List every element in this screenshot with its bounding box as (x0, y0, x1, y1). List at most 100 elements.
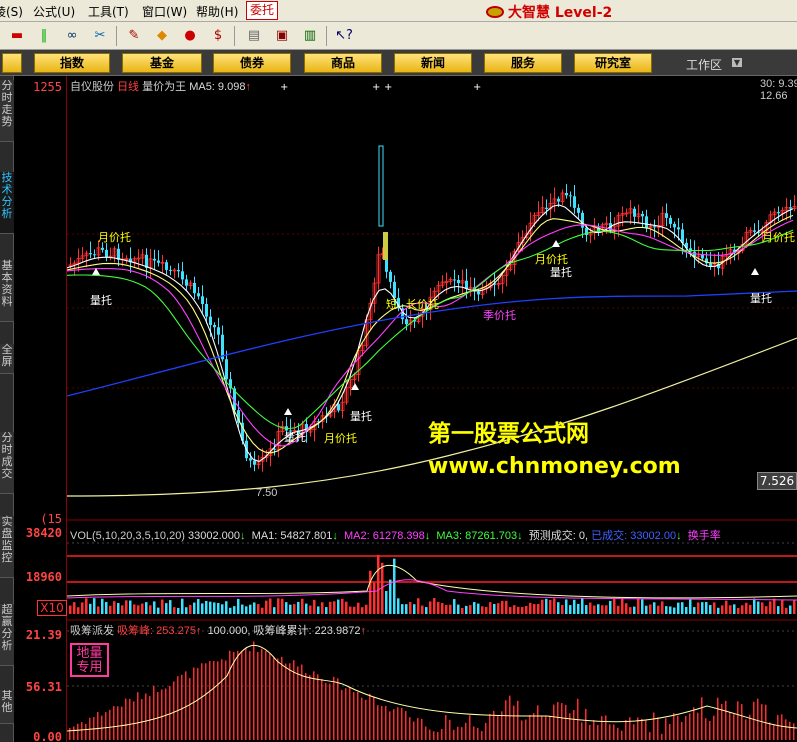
workarea-label[interactable]: 工作区 (686, 56, 722, 73)
sidebar-tab-intraday[interactable]: 分时走势 (0, 80, 14, 142)
chart-bars-icon[interactable]: ▬ (6, 27, 28, 45)
help-cursor-icon[interactable]: ↖? (334, 27, 354, 45)
current-price-box: 7.526 (757, 472, 797, 490)
nav-button-service[interactable]: 服务 (484, 53, 562, 73)
candle-body (89, 253, 92, 255)
candles-icon[interactable]: ‖ (34, 27, 54, 45)
window-icon[interactable]: ▣ (272, 27, 292, 45)
signal-label: 月价托 (98, 232, 131, 244)
chip-bar (349, 686, 351, 740)
chip-bar (633, 724, 635, 740)
chip-bar (437, 732, 439, 740)
sidebar-tab-technical[interactable]: 技术分析 (0, 172, 14, 234)
candle-body (93, 254, 96, 256)
chip-bar (789, 721, 791, 740)
chip-header: 吸筹派发 吸筹峰: 253.275↑, 100.000, 吸筹峰累计: 223.… (70, 625, 366, 637)
menu-window[interactable]: 窗口(W) (142, 3, 187, 20)
sidebar-tab-other[interactable]: 其他 (0, 690, 14, 724)
sidebar-tab-trades[interactable]: 分时成交 (0, 432, 14, 494)
tools-icon[interactable]: ✂ (90, 27, 110, 45)
volume-bar (485, 606, 488, 614)
nav-button-research[interactable]: 研究室 (574, 53, 652, 73)
stock-name: 自仪股份 (70, 81, 114, 93)
sidebar-tab-monitor[interactable]: 实盘监控 (0, 516, 14, 578)
chip-bar (409, 717, 411, 740)
volume-bar (293, 604, 296, 614)
chip-bar (157, 691, 159, 740)
menu-system[interactable]: 绫(S) (0, 3, 23, 20)
chip-bar (217, 661, 219, 740)
candle-body (669, 217, 672, 224)
clipboard-icon[interactable]: ▤ (244, 27, 264, 45)
pen-icon[interactable]: ✎ (124, 27, 144, 45)
diamond-icon[interactable]: ◆ (152, 27, 172, 45)
chip-bar (277, 658, 279, 740)
flag-icon[interactable]: ● (180, 27, 200, 45)
menu-trade[interactable]: 委托 (246, 1, 278, 20)
chip-bar (629, 717, 631, 740)
chip-bar (709, 721, 711, 740)
volume-bar (321, 602, 324, 614)
volume-bar (361, 607, 364, 614)
chip-bar (461, 727, 463, 740)
volume-bar (301, 598, 304, 614)
volume-forecast: 预测成交: 0, (528, 530, 589, 542)
volume-bar (133, 604, 136, 614)
volume-bar (525, 605, 528, 614)
signal-label: 季价托 (483, 310, 516, 322)
volume-bar (693, 607, 696, 614)
chip-bar (309, 675, 311, 740)
chip-bar (289, 663, 291, 740)
chevron-down-icon[interactable]: ▼ (732, 58, 742, 67)
nav-button-news[interactable]: 新闻 (394, 53, 472, 73)
candle-body (673, 223, 676, 228)
chip-bar (81, 722, 83, 740)
dollar-icon[interactable]: $ (208, 27, 228, 45)
candle-body (641, 213, 644, 217)
chip-bar (433, 731, 435, 740)
nav-button-fund[interactable]: 基金 (122, 53, 202, 73)
nav-button-index[interactable]: 指数 (34, 53, 110, 73)
menu-formula[interactable]: 公式(U) (33, 3, 75, 20)
candle-body (477, 291, 480, 295)
book-icon[interactable]: ▥ (300, 27, 320, 45)
chip-bar (325, 682, 327, 740)
chip-bar (605, 715, 607, 740)
chip-bar (441, 728, 443, 740)
chip-bar (173, 681, 175, 740)
volume-bar (277, 598, 280, 614)
chip-bar (77, 723, 79, 740)
menu-help[interactable]: 帮助(H) (196, 3, 238, 20)
chip-bar (701, 697, 703, 740)
sidebar-tab-fundamentals[interactable]: 基本资料 (0, 260, 14, 322)
volume-bar (533, 604, 536, 614)
sidebar-tab-analysis[interactable]: 超赢分析 (0, 604, 14, 666)
candle-body (337, 404, 340, 411)
volume-bar (493, 603, 496, 614)
binoculars-icon[interactable]: ∞ (62, 27, 82, 45)
volume-unit-button[interactable]: X10 (37, 600, 67, 616)
volume-bar (737, 607, 740, 614)
chip-bar (121, 706, 123, 740)
nav-button-bond[interactable]: 债券 (213, 53, 291, 73)
volume-bar (109, 605, 112, 614)
candle-body (383, 232, 388, 260)
top-marker: + (473, 82, 481, 93)
chip-bar (545, 716, 547, 740)
ma5-value: MA5: 9.098 (189, 81, 246, 93)
chip-bar (261, 648, 263, 740)
nav-button-commodity[interactable]: 商品 (304, 53, 382, 73)
chip-bar (397, 707, 399, 740)
menu-tools[interactable]: 工具(T) (88, 3, 129, 20)
volume-header: VOL(5,10,20,3,5,10,20) 33002.000↓, MA1: … (70, 530, 721, 542)
nav-button-prev[interactable] (2, 53, 22, 73)
chip-bar (773, 724, 775, 740)
chip-bar (661, 733, 663, 740)
sidebar-tab-fullscreen[interactable]: 全屏 (0, 344, 14, 374)
volume-bar (169, 600, 172, 614)
volume-bar (257, 604, 260, 614)
volume-bar (717, 607, 720, 614)
top-marker: + (384, 82, 392, 93)
chip-bar (165, 688, 167, 740)
kline-chart[interactable]: + + + + (67, 76, 797, 742)
